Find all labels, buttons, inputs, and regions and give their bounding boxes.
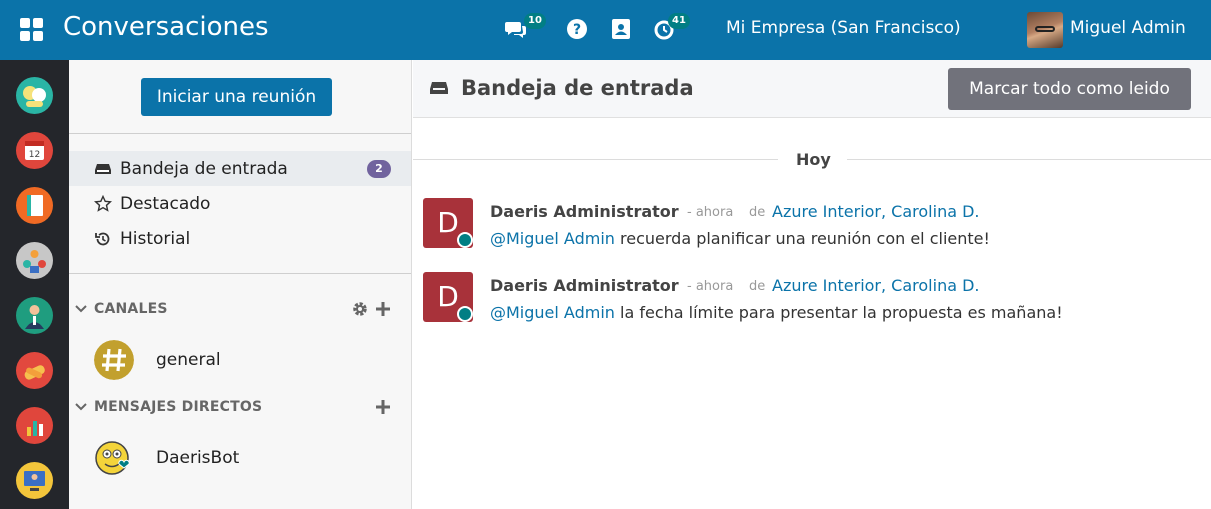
chat-count-badge: 10 [524, 13, 546, 29]
calendar-app-icon[interactable]: 12 [16, 132, 53, 169]
online-status-icon [457, 232, 473, 248]
sidebar-item-label: Destacado [120, 193, 211, 214]
channels-section-header[interactable]: CANALES [69, 298, 411, 322]
message-origin-prefix: de [749, 279, 766, 294]
svg-text:?: ? [573, 22, 581, 38]
svg-text:12: 12 [29, 150, 40, 160]
date-separator-label: Hoy [796, 150, 831, 169]
chevron-down-icon[interactable] [74, 302, 88, 316]
handshake-app-icon[interactable] [16, 352, 53, 389]
message-author[interactable]: Daeris Administrator [490, 276, 679, 295]
history-icon [95, 232, 110, 245]
message-item: D Daeris Administrator - ahora de Azure … [423, 272, 1203, 328]
star-icon [94, 194, 112, 212]
add-chat-icon[interactable] [374, 398, 392, 416]
activity-count-badge: 41 [668, 13, 690, 29]
company-switcher[interactable]: Mi Empresa (San Francisco) [726, 18, 961, 38]
mention-link[interactable]: @Miguel Admin [490, 303, 615, 322]
channel-name: general [156, 350, 221, 370]
mention-link[interactable]: @Miguel Admin [490, 229, 615, 248]
message-item: D Daeris Administrator - ahora de Azure … [423, 198, 1203, 254]
sidebar-item-label: Bandeja de entrada [120, 158, 288, 179]
apps-rail: 12 [0, 60, 69, 509]
user-avatar[interactable] [1027, 12, 1063, 48]
channel-item-general[interactable]: general [94, 338, 394, 382]
sidebar-item-history[interactable]: Historial [69, 221, 411, 256]
presentation-app-icon[interactable] [16, 462, 53, 499]
message-body: @Miguel Admin la fecha límite para prese… [490, 303, 1063, 322]
inbox-icon [430, 82, 448, 94]
chat-name: DaerisBot [156, 448, 240, 468]
start-meeting-button[interactable]: Iniciar una reunión [141, 78, 332, 116]
date-separator-line [413, 159, 778, 160]
notebook-app-icon[interactable] [16, 187, 53, 224]
gear-icon[interactable] [351, 300, 369, 318]
bot-avatar-icon [95, 441, 130, 475]
team-app-icon[interactable] [16, 242, 53, 279]
online-status-icon [457, 306, 473, 322]
chat-app-icon[interactable] [16, 77, 53, 114]
add-channel-icon[interactable] [374, 300, 392, 318]
sidebar-item-inbox[interactable]: Bandeja de entrada 2 [69, 151, 411, 186]
sidebar-divider [69, 273, 411, 274]
message-body: @Miguel Admin recuerda planificar una re… [490, 229, 990, 248]
message-text: recuerda planificar una reunión con el c… [614, 229, 990, 248]
discuss-sidebar: Iniciar una reunión Bandeja de entrada 2… [69, 60, 412, 509]
sidebar-item-starred[interactable]: Destacado [69, 186, 411, 221]
chart-app-icon[interactable] [16, 407, 53, 444]
message-origin-link[interactable]: Azure Interior, Carolina D. [772, 276, 980, 295]
message-author[interactable]: Daeris Administrator [490, 202, 679, 221]
thread-header: Bandeja de entrada Marcar todo como leid… [413, 60, 1211, 118]
direct-messages-section-header[interactable]: MENSAJES DIRECTOS [69, 396, 411, 420]
user-menu[interactable]: Miguel Admin [1070, 18, 1186, 38]
message-date: - ahora [687, 205, 734, 220]
message-origin-link[interactable]: Azure Interior, Carolina D. [772, 202, 980, 221]
date-separator-line [847, 159, 1211, 160]
channels-title: CANALES [94, 301, 168, 317]
app-menu-icon[interactable] [20, 18, 44, 42]
sidebar-item-label: Historial [120, 228, 191, 249]
inbox-count-badge: 2 [367, 160, 391, 178]
app-title: Conversaciones [63, 12, 269, 42]
top-navbar: Conversaciones 10 ? 41 Mi Empresa (San F… [0, 0, 1211, 60]
mark-all-read-button[interactable]: Marcar todo como leido [948, 68, 1191, 110]
message-text: la fecha límite para presentar la propue… [614, 303, 1063, 322]
chat-item-daerisbot[interactable]: DaerisBot [94, 436, 394, 480]
direct-messages-title: MENSAJES DIRECTOS [94, 399, 263, 415]
message-thread: Bandeja de entrada Marcar todo como leid… [413, 60, 1211, 509]
inbox-icon [95, 163, 111, 174]
employee-app-icon[interactable] [16, 297, 53, 334]
message-origin-prefix: de [749, 205, 766, 220]
help-icon[interactable]: ? [566, 18, 588, 40]
contacts-icon[interactable] [610, 18, 632, 40]
chevron-down-icon[interactable] [74, 400, 88, 414]
hashtag-icon [94, 340, 134, 380]
thread-title: Bandeja de entrada [461, 76, 694, 100]
message-date: - ahora [687, 279, 734, 294]
sidebar-divider [69, 133, 411, 134]
